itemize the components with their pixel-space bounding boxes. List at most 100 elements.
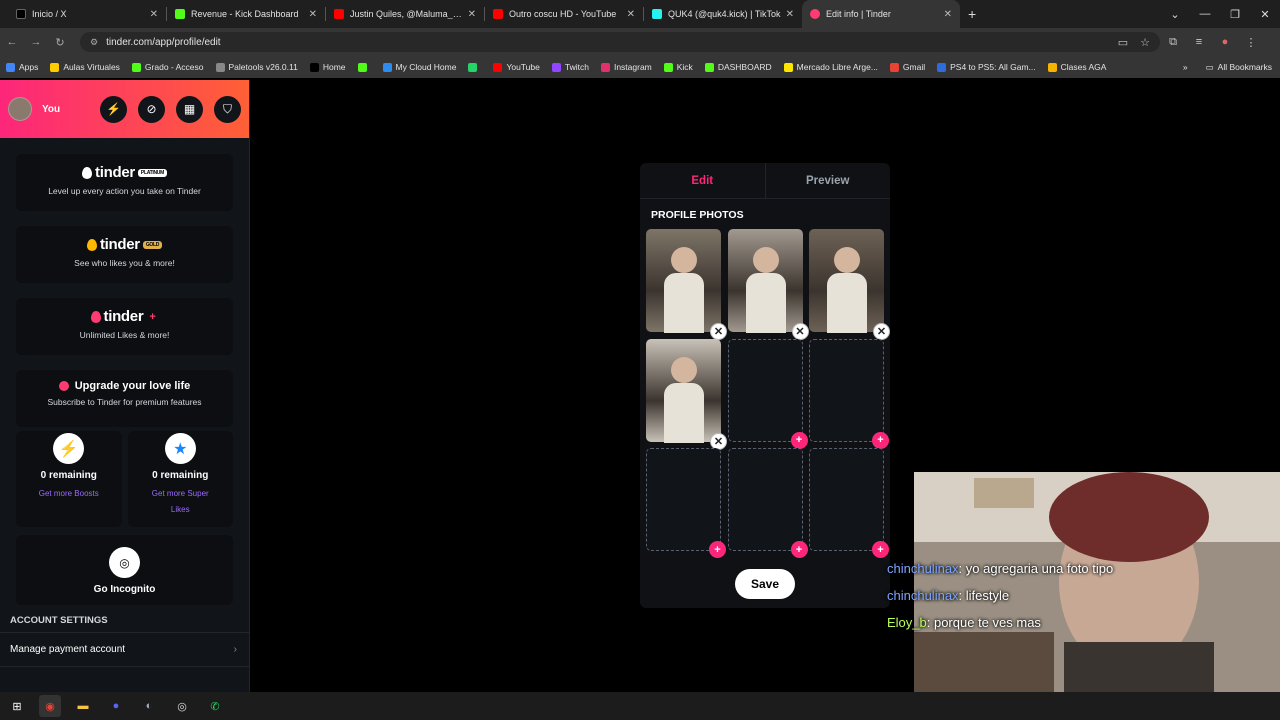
- explore-button[interactable]: ⊘: [138, 95, 165, 123]
- boost-button[interactable]: ⚡: [100, 95, 127, 123]
- chat-message: chinchulinax: yo agregaria una foto tipo: [887, 555, 1113, 582]
- browser-tab-youtube-2[interactable]: Outro coscu HD - YouTube ✕: [485, 0, 643, 28]
- new-tab-button[interactable]: +: [968, 6, 976, 22]
- bookmark-item[interactable]: Gmail: [889, 62, 925, 72]
- get-more-superlikes-link[interactable]: Get more Super Likes: [128, 486, 234, 518]
- flame-icon: [86, 238, 97, 251]
- browser-tab-x[interactable]: Inicio / X ✕: [8, 0, 166, 28]
- profile-photo[interactable]: ✕: [727, 229, 809, 340]
- bookmark-item[interactable]: [357, 62, 371, 72]
- bookmark-item[interactable]: [468, 62, 481, 72]
- whatsapp-icon[interactable]: ✆: [204, 695, 226, 717]
- remove-photo-icon[interactable]: ✕: [873, 323, 890, 340]
- file-explorer-icon[interactable]: ▬: [72, 695, 94, 717]
- close-tab-icon[interactable]: ✕: [150, 9, 158, 20]
- browser-tab-tinder[interactable]: Edit info | Tinder ✕: [802, 0, 960, 28]
- menu-icon[interactable]: ⋮: [1238, 36, 1264, 49]
- bookmark-item[interactable]: Grado - Acceso: [131, 62, 204, 72]
- manage-payment-row[interactable]: Manage payment account ›: [0, 633, 249, 667]
- empty-photo-slot[interactable]: +: [809, 338, 889, 449]
- add-photo-icon[interactable]: +: [790, 431, 808, 449]
- bookmark-label: Instagram: [613, 62, 652, 72]
- platinum-card[interactable]: tinder PLATINUM Level up every action you…: [16, 154, 233, 211]
- empty-photo-slot[interactable]: +: [646, 448, 726, 558]
- chrome-icon[interactable]: ◉: [39, 695, 61, 717]
- browser-tab-tiktok[interactable]: QUK4 (@quk4.kick) | TikTok ✕: [644, 0, 802, 28]
- obs-icon[interactable]: ◎: [171, 695, 193, 717]
- profile-photo[interactable]: ✕: [809, 229, 890, 340]
- close-tab-icon[interactable]: ✕: [944, 9, 952, 20]
- get-more-boosts-link[interactable]: Get more Boosts: [16, 486, 122, 502]
- boosts-card: ⚡ 0 remaining Get more Boosts: [16, 431, 122, 527]
- profile-photo[interactable]: ✕: [646, 229, 727, 340]
- browser-tab-kick[interactable]: Revenue - Kick Dashboard ✕: [167, 0, 325, 28]
- extensions-icon[interactable]: ⧉: [1160, 36, 1186, 49]
- bookmark-item[interactable]: Twitch: [551, 62, 589, 72]
- browser-tab-youtube-1[interactable]: Justin Quiles, @Maluma_Official ✕: [326, 0, 484, 28]
- add-photo-icon[interactable]: +: [709, 541, 726, 558]
- restore-icon[interactable]: ❐: [1220, 8, 1250, 21]
- bookmark-item[interactable]: Mercado Libre Arge...: [783, 62, 878, 72]
- cast-icon[interactable]: ▭: [1118, 36, 1128, 49]
- all-bookmarks-link[interactable]: All Bookmarks: [1218, 62, 1272, 72]
- gold-card[interactable]: tinder GOLD See who likes you & more!: [16, 226, 233, 283]
- save-button[interactable]: Save: [735, 569, 795, 599]
- bookmarks-more-icon[interactable]: »: [1183, 62, 1188, 72]
- windows-start-icon[interactable]: ⊞: [6, 695, 28, 717]
- bookmark-item[interactable]: My Cloud Home: [382, 62, 456, 72]
- upgrade-subtitle: Subscribe to Tinder for premium features: [47, 397, 202, 407]
- bookmark-item[interactable]: Clases AGA: [1047, 62, 1107, 72]
- empty-photo-slot[interactable]: +: [727, 338, 808, 449]
- empty-photo-slot[interactable]: +: [809, 448, 889, 558]
- discord-icon[interactable]: ●: [105, 695, 127, 717]
- bookmark-item[interactable]: PS4 to PS5: All Gam...: [937, 62, 1036, 72]
- bookmark-favicon-icon: [382, 62, 392, 72]
- bookmark-item[interactable]: Kick: [663, 62, 693, 72]
- profile-icon[interactable]: ●: [1212, 36, 1238, 48]
- forward-icon[interactable]: →: [24, 36, 48, 48]
- add-photo-icon[interactable]: +: [872, 431, 889, 449]
- bookmark-item[interactable]: Aulas Virtuales: [50, 62, 120, 72]
- upgrade-card[interactable]: Upgrade your love life Subscribe to Tind…: [16, 370, 233, 427]
- bookmark-label: Clases AGA: [1060, 62, 1107, 72]
- close-window-icon[interactable]: ✕: [1250, 8, 1280, 21]
- remove-photo-icon[interactable]: ✕: [710, 432, 727, 450]
- close-tab-icon[interactable]: ✕: [627, 9, 635, 20]
- close-tab-icon[interactable]: ✕: [309, 9, 317, 20]
- add-photo-icon[interactable]: +: [790, 541, 808, 558]
- bookmark-item[interactable]: Home: [309, 62, 346, 72]
- bookmark-item[interactable]: Paletools v26.0.11: [215, 62, 298, 72]
- reload-icon[interactable]: ↻: [48, 36, 72, 49]
- incognito-card[interactable]: ◎ Go Incognito: [16, 535, 233, 605]
- close-tab-icon[interactable]: ✕: [468, 9, 476, 20]
- empty-photo-slot[interactable]: +: [727, 448, 808, 558]
- remove-photo-icon[interactable]: ✕: [791, 323, 809, 340]
- chat-text: : yo agregaria una foto tipo: [958, 561, 1114, 576]
- bookmark-label: DASHBOARD: [717, 62, 772, 72]
- manage-payment-label: Manage payment account: [10, 644, 126, 655]
- steam-icon[interactable]: ◐: [138, 695, 160, 717]
- url-input[interactable]: ⚙ tinder.com/app/profile/edit ▭ ☆: [80, 32, 1160, 52]
- remove-photo-icon[interactable]: ✕: [710, 323, 727, 340]
- user-name[interactable]: You: [42, 104, 60, 115]
- minimize-icon[interactable]: —: [1190, 8, 1220, 20]
- back-icon[interactable]: ←: [0, 36, 24, 48]
- site-info-icon[interactable]: ⚙: [90, 37, 98, 48]
- media-icon[interactable]: ≡: [1186, 36, 1212, 48]
- tab-edit[interactable]: Edit: [640, 163, 766, 198]
- bookmark-item[interactable]: Instagram: [600, 62, 652, 72]
- avatar[interactable]: [8, 97, 32, 121]
- bookmark-star-icon[interactable]: ☆: [1140, 36, 1150, 49]
- sidebar: You ⚡ ⊘ ▦ ⛉ tinder PLATINUM Level up ever…: [0, 80, 250, 692]
- close-tab-icon[interactable]: ✕: [786, 9, 794, 20]
- bookmark-item[interactable]: Apps: [6, 62, 38, 72]
- bookmark-item[interactable]: DASHBOARD: [704, 62, 772, 72]
- bookmarks-bar: Apps Aulas Virtuales Grado - Acceso Paletoo…: [0, 56, 1280, 78]
- plus-card[interactable]: tinder + Unlimited Likes & more!: [16, 298, 233, 355]
- profile-photo[interactable]: ✕: [646, 338, 727, 450]
- bag-button[interactable]: ▦: [176, 95, 203, 123]
- tab-search-icon[interactable]: ⌄: [1160, 8, 1190, 21]
- safety-button[interactable]: ⛉: [214, 95, 241, 123]
- bookmark-item[interactable]: YouTube: [493, 62, 540, 72]
- tab-preview[interactable]: Preview: [766, 163, 891, 198]
